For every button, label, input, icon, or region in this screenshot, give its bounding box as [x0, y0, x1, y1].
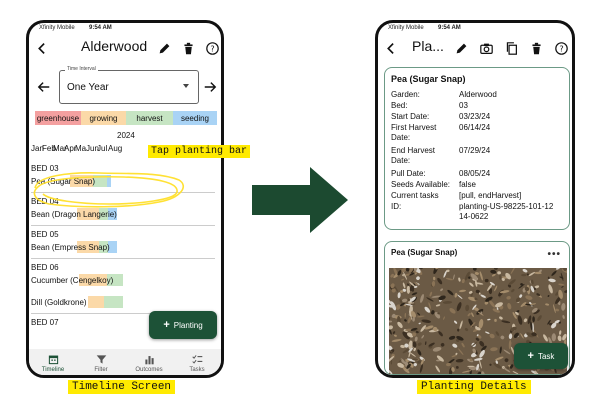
planting-title: Pea (Sugar Snap) [391, 74, 466, 84]
planting-details-card: Pea (Sugar Snap) Garden: Alderwood Bed: … [384, 67, 570, 230]
field-value-end-harvest: 07/29/24 [459, 146, 491, 155]
nav-tasks-label: Tasks [189, 367, 205, 373]
add-planting-label: Planting [173, 320, 203, 330]
transition-arrow-icon [252, 167, 348, 233]
field-label-end-harvest: End Harvest Date: [391, 146, 436, 165]
bed-label: BED 05 [31, 230, 59, 239]
timeline-year: 2024 [117, 131, 135, 140]
mulch-chip [467, 365, 475, 368]
timeline-caption: Timeline Screen [68, 380, 176, 394]
field-label-first-harvest: First Harvest Date: [391, 123, 437, 142]
bottom-nav: Timeline Filter Outcomes Tasks [29, 349, 221, 375]
next-interval-button[interactable] [203, 80, 217, 94]
field-value-start-date: 03/23/24 [459, 112, 491, 121]
add-planting-button[interactable]: + Planting [149, 311, 217, 339]
status-bar: Xfinity Mobile 9:54 AM [378, 23, 572, 35]
carrier-label: Xfinity Mobile [39, 25, 75, 31]
back-arrow-icon[interactable] [35, 41, 49, 55]
more-horizontal-icon[interactable]: ••• [547, 249, 561, 260]
tap-highlight-scribble [33, 172, 184, 208]
field-value-first-harvest: 06/14/24 [459, 123, 491, 132]
field-value-current-tasks: [pull, endHarvest] [459, 191, 522, 200]
bed-divider [31, 258, 215, 259]
bed-label: BED 06 [31, 263, 59, 272]
page-title: Alderwood [81, 38, 148, 54]
field-value-pull-date: 08/05/24 [459, 169, 491, 178]
field-label-start-date: Start Date: [391, 112, 430, 121]
photo-card-title: Pea (Sugar Snap) [391, 248, 458, 257]
legend-harvest: harvest [126, 111, 173, 125]
bed-divider [31, 225, 215, 226]
nav-timeline-label: Timeline [41, 367, 65, 373]
nav-timeline[interactable]: Timeline [29, 349, 77, 375]
crop-label[interactable]: Bean (Empress Snap) [31, 243, 110, 252]
copy-icon[interactable] [504, 41, 518, 55]
legend-greenhouse: greenhouse [35, 111, 81, 125]
month-label: Aug [108, 144, 123, 153]
time-interval-label: Time Interval [65, 66, 98, 72]
stage: Xfinity Mobile 9:54 AM Alderwood ? Time … [0, 0, 600, 400]
plus-icon: + [163, 319, 170, 331]
carrier-label: Xfinity Mobile [388, 25, 424, 31]
planting-bar-harvest[interactable] [103, 296, 124, 308]
month-label: Jul [97, 144, 108, 153]
svg-text:?: ? [210, 43, 214, 53]
checklist-icon [191, 355, 202, 364]
page-title: Pla... [412, 38, 444, 54]
crop-label[interactable]: Dill (Goldkrone) [31, 298, 87, 307]
status-bar: Xfinity Mobile 9:54 AM [29, 23, 221, 35]
time-interval-value: One Year [67, 82, 109, 93]
tap-instruction-note: Tap planting bar [148, 145, 251, 158]
app-bar: Pla... ? [378, 35, 572, 61]
field-label-seeds-available: Seeds Available: [391, 180, 451, 189]
legend-seeding: seeding [173, 111, 217, 125]
field-label-bed: Bed: [391, 101, 408, 110]
plus-icon: + [527, 350, 534, 362]
camera-icon[interactable] [479, 41, 493, 55]
trash-icon[interactable] [529, 41, 543, 55]
field-label-garden: Garden: [391, 90, 420, 99]
field-value-id: planting-US-98225-101-1214-0622 [459, 202, 554, 221]
nav-filter-label: Filter [94, 367, 108, 373]
calendar-icon [48, 355, 58, 365]
help-icon[interactable]: ? [205, 41, 219, 55]
details-caption: Planting Details [417, 380, 531, 394]
help-icon[interactable]: ? [554, 41, 568, 55]
nav-outcomes-label: Outcomes [135, 367, 163, 373]
dropdown-caret-icon [183, 84, 189, 88]
back-arrow-icon[interactable] [384, 41, 398, 55]
legend-growing: growing [81, 111, 126, 125]
add-task-button[interactable]: + Task [514, 343, 568, 369]
time-interval-select[interactable]: Time Interval One Year [59, 66, 199, 104]
pencil-icon[interactable] [157, 41, 171, 55]
trash-icon[interactable] [181, 41, 195, 55]
mulch-chip [484, 278, 489, 283]
field-label-pull-date: Pull Date: [391, 169, 426, 178]
field-value-garden: Alderwood [459, 90, 497, 99]
add-task-label: Task [537, 351, 555, 361]
nav-filter[interactable]: Filter [77, 349, 125, 375]
field-label-current-tasks: Current tasks [391, 191, 439, 200]
field-value-seeds-available: false [459, 180, 476, 189]
bar-chart-icon [144, 356, 154, 365]
mulch-chip [521, 274, 527, 277]
timeline-phone: Xfinity Mobile 9:54 AM Alderwood ? Time … [26, 20, 224, 378]
pencil-icon[interactable] [454, 41, 468, 55]
planting-bar-growing[interactable] [88, 296, 104, 308]
field-value-bed: 03 [459, 101, 468, 110]
nav-outcomes[interactable]: Outcomes [125, 349, 173, 375]
filter-icon [96, 355, 106, 364]
clock: 9:54 AM [438, 25, 461, 31]
month-label: Ma [75, 144, 87, 153]
previous-interval-button[interactable] [37, 80, 51, 94]
nav-tasks[interactable]: Tasks [173, 349, 221, 375]
app-bar: Alderwood ? [29, 35, 221, 61]
clock: 9:54 AM [89, 25, 112, 31]
bed-label: BED 07 [31, 318, 59, 327]
field-label-id: ID: [391, 202, 402, 211]
svg-text:?: ? [559, 43, 563, 53]
details-phone: Xfinity Mobile 9:54 AM Pla... ? Pea (Sug… [375, 20, 575, 378]
crop-label[interactable]: Cucumber (Cengelkoy) [31, 276, 113, 285]
